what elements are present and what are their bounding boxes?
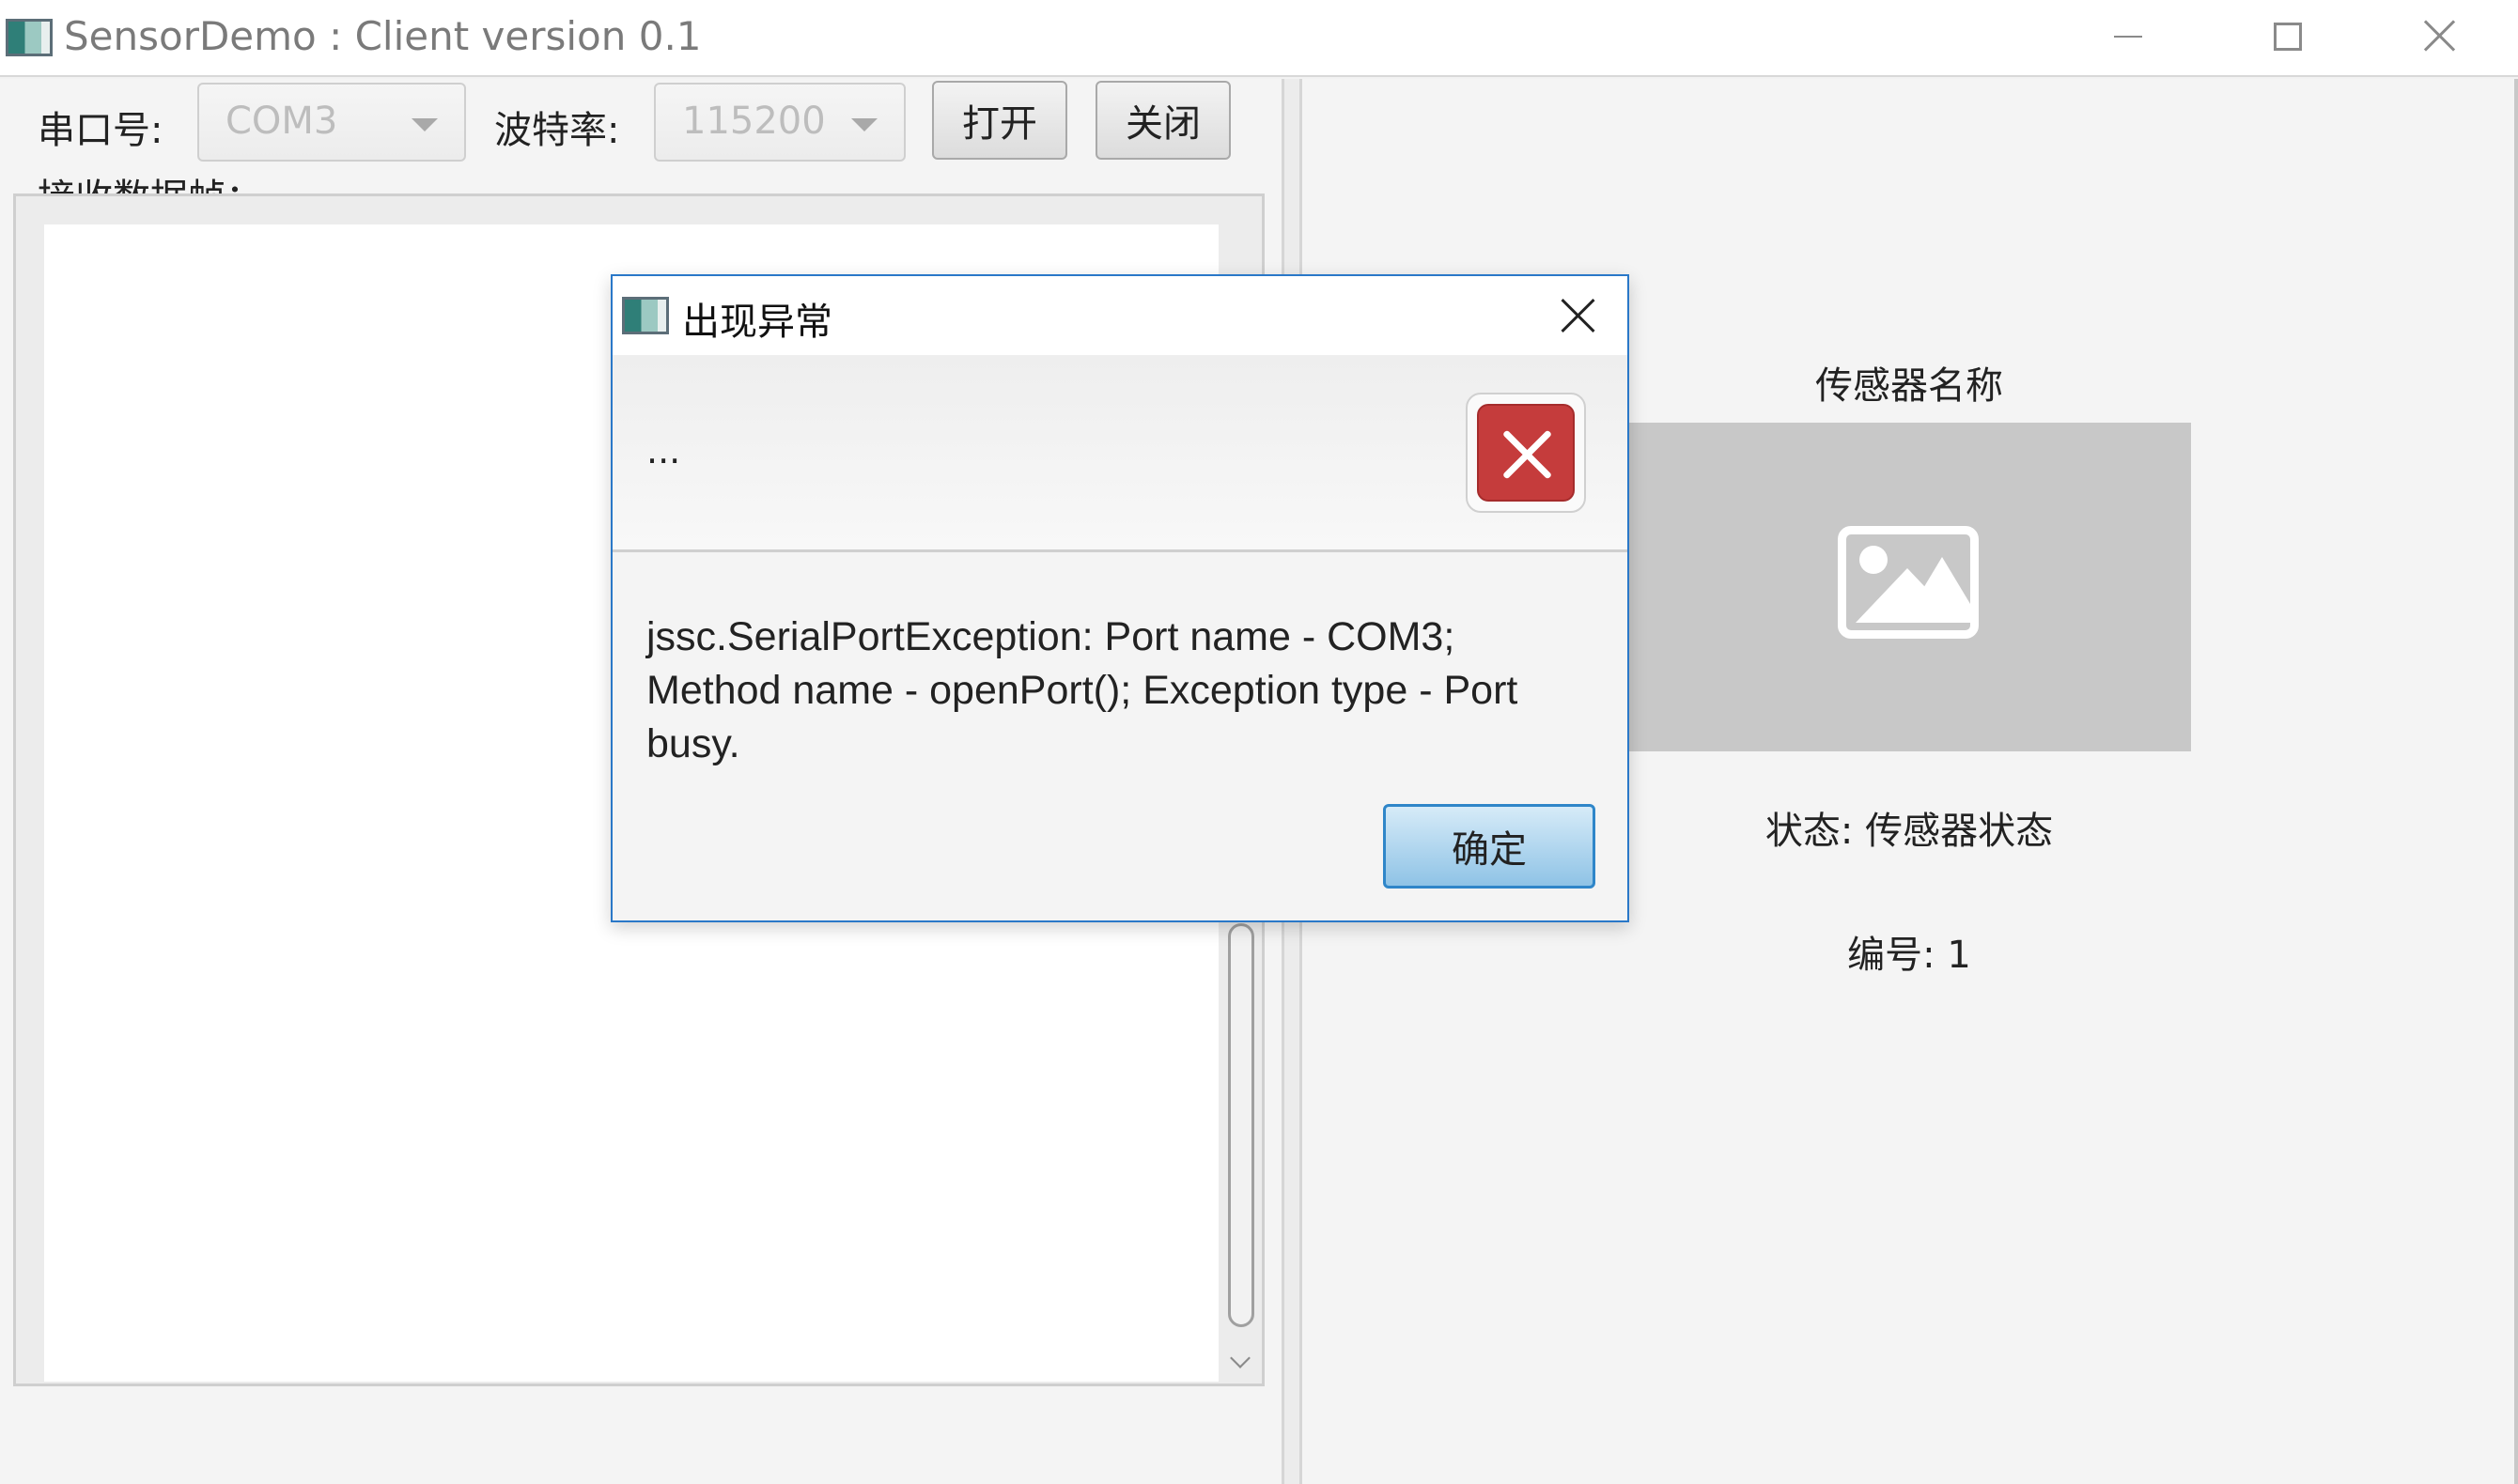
sensor-image bbox=[1622, 423, 2191, 751]
scrollbar-thumb[interactable] bbox=[1228, 923, 1254, 1327]
sensor-name: 传感器名称 bbox=[1815, 364, 2003, 408]
ok-button[interactable]: 确定 bbox=[1383, 804, 1595, 889]
baud-select-value: 115200 bbox=[682, 100, 826, 143]
baud-label: 波特率: bbox=[494, 109, 620, 152]
sensor-status: 状态: 传感器状态 bbox=[1764, 810, 2054, 853]
close-icon[interactable] bbox=[2422, 17, 2456, 54]
error-icon bbox=[1477, 404, 1575, 502]
port-select[interactable]: COM3 bbox=[197, 83, 466, 162]
port-select-value: COM3 bbox=[225, 100, 338, 143]
sensor-number: 编号: 1 bbox=[1847, 934, 1971, 977]
dialog-header-text: ... bbox=[646, 430, 681, 471]
close-button[interactable]: 关闭 bbox=[1096, 81, 1231, 160]
baud-select[interactable]: 115200 bbox=[654, 83, 906, 162]
window-titlebar: SensorDemo : Client version 0.1 bbox=[0, 0, 2518, 77]
open-button[interactable]: 打开 bbox=[932, 81, 1067, 160]
image-placeholder-icon bbox=[1838, 526, 1979, 639]
port-label: 串口号: bbox=[38, 109, 163, 152]
window-edge bbox=[2514, 79, 2518, 1484]
dialog-titlebar: 出现异常 bbox=[613, 276, 1627, 355]
exception-dialog: 出现异常 ... jssc.SerialPortException: Port … bbox=[611, 274, 1629, 922]
error-icon-frame bbox=[1466, 393, 1586, 513]
window-title: SensorDemo : Client version 0.1 bbox=[64, 13, 702, 59]
dialog-title: 出现异常 bbox=[682, 301, 832, 344]
app-icon bbox=[6, 19, 53, 56]
chevron-down-icon bbox=[851, 118, 878, 131]
dialog-header: ... bbox=[613, 355, 1627, 552]
minimize-icon[interactable] bbox=[2114, 36, 2142, 38]
main-window: SensorDemo : Client version 0.1 串口号: COM… bbox=[0, 0, 2518, 1484]
scroll-down-icon[interactable] bbox=[1230, 1348, 1251, 1368]
maximize-icon[interactable] bbox=[2274, 23, 2302, 51]
dialog-message: jssc.SerialPortException: Port name - CO… bbox=[646, 614, 1518, 766]
close-icon[interactable] bbox=[1560, 297, 1597, 334]
chevron-down-icon bbox=[412, 118, 438, 131]
app-icon bbox=[622, 297, 669, 334]
